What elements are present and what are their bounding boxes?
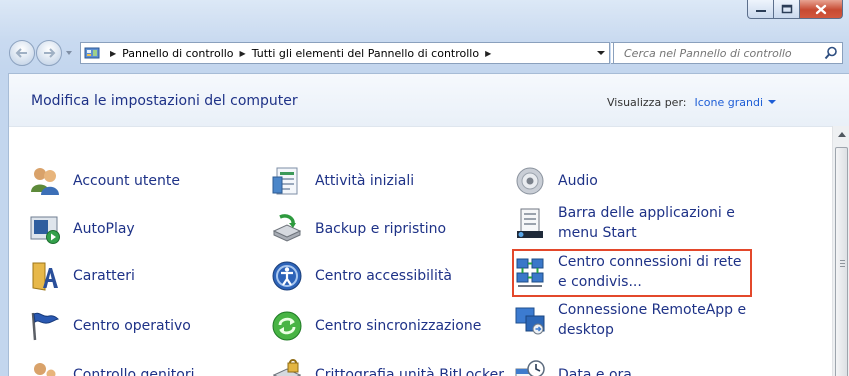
item-label[interactable]: Centro sincronizzazione — [315, 316, 481, 336]
vertical-scrollbar[interactable] — [832, 126, 849, 376]
scroll-grip-icon — [840, 260, 845, 269]
breadcrumb-separator-icon[interactable]: ▶ — [485, 49, 491, 58]
content-pane: Modifica le impostazioni del computer Vi… — [8, 73, 849, 376]
back-button[interactable] — [9, 40, 35, 66]
item-centro-sincronizzazione[interactable]: Centro sincronizzazione — [271, 310, 481, 342]
breadcrumb-control-panel[interactable]: Pannello di controllo — [122, 47, 233, 60]
parental-controls-icon — [34, 363, 56, 376]
item-label[interactable]: Backup e ripristino — [315, 219, 446, 239]
item-label-line[interactable]: desktop — [558, 322, 614, 338]
search-box[interactable] — [613, 42, 843, 64]
scroll-up-button[interactable] — [833, 126, 849, 143]
item-label[interactable]: Controllo genitori — [73, 365, 194, 376]
breadcrumb-all-items[interactable]: Tutti gli elementi del Pannello di contr… — [252, 47, 479, 60]
maximize-icon — [781, 4, 792, 14]
item-audio[interactable]: Audio — [514, 165, 598, 197]
item-label-line[interactable]: menu Start — [558, 225, 637, 241]
backup-icon — [272, 214, 302, 242]
item-backup-ripristino[interactable]: Backup e ripristino — [271, 213, 446, 245]
control-panel-icon — [84, 47, 100, 59]
breadcrumb-separator-icon[interactable]: ▶ — [110, 49, 116, 58]
sync-icon — [272, 311, 302, 341]
scroll-thumb[interactable] — [835, 147, 848, 376]
item-label-line[interactable]: Connessione RemoteApp e — [558, 302, 746, 318]
chevron-up-icon — [838, 132, 846, 137]
search-input[interactable] — [622, 45, 826, 61]
item-account-utente[interactable]: Account utente — [29, 165, 180, 197]
back-arrow-icon — [15, 48, 27, 58]
view-by: Visualizza per: Icone grandi — [607, 96, 776, 109]
item-label-line[interactable]: Barra delle applicazioni e — [558, 205, 735, 221]
flag-icon — [31, 312, 59, 341]
clock-calendar-icon — [515, 360, 545, 376]
item-connessione-remoteapp[interactable]: Connessione RemoteApp e desktop — [514, 300, 746, 340]
item-crittografia-bitlocker[interactable]: Crittografia unità BitLocker — [271, 359, 504, 376]
getting-started-icon — [272, 167, 298, 195]
view-by-label: Visualizza per: — [607, 96, 687, 109]
item-centro-operativo[interactable]: Centro operativo — [29, 310, 191, 342]
page-title: Modifica le impostazioni del computer — [31, 93, 298, 109]
item-label[interactable]: Caratteri — [73, 266, 135, 286]
chevron-down-icon[interactable] — [768, 100, 776, 105]
item-barra-applicazioni[interactable]: Barra delle applicazioni e menu Start — [514, 203, 735, 243]
fonts-icon — [32, 262, 58, 291]
chevron-down-icon — [597, 51, 605, 55]
item-label[interactable]: Centro operativo — [73, 316, 191, 336]
minimize-button[interactable] — [747, 0, 774, 19]
item-centro-accessibilita[interactable]: Centro accessibilità — [271, 260, 452, 292]
close-button[interactable] — [800, 0, 843, 19]
search-icon[interactable] — [824, 46, 838, 60]
item-label[interactable]: AutoPlay — [73, 219, 135, 239]
taskbar-icon — [517, 208, 543, 238]
autoplay-icon — [30, 216, 60, 244]
user-accounts-icon — [31, 168, 59, 195]
item-label[interactable]: Crittografia unità BitLocker — [315, 365, 504, 376]
highlight-box — [512, 249, 752, 297]
item-label[interactable]: Connessione RemoteApp e desktop — [558, 300, 746, 340]
item-label[interactable]: Account utente — [73, 171, 180, 191]
maximize-button[interactable] — [774, 0, 800, 19]
item-label[interactable]: Attività iniziali — [315, 171, 414, 191]
item-label[interactable]: Centro accessibilità — [315, 266, 452, 286]
content-header: Modifica le impostazioni del computer Vi… — [9, 74, 849, 127]
forward-arrow-icon — [44, 48, 56, 58]
accessibility-icon — [272, 261, 302, 291]
navigation-bar: ▶ Pannello di controllo ▶ Tutti gli elem… — [0, 38, 849, 70]
control-panel-window: ▶ Pannello di controllo ▶ Tutti gli elem… — [0, 0, 849, 376]
item-autoplay[interactable]: AutoPlay — [29, 213, 135, 245]
caption-buttons — [747, 0, 843, 22]
item-data-ora[interactable]: Data e ora — [514, 359, 632, 376]
breadcrumb-separator-icon[interactable]: ▶ — [240, 49, 246, 58]
address-bar[interactable]: ▶ Pannello di controllo ▶ Tutti gli elem… — [80, 42, 610, 64]
item-controllo-genitori[interactable]: Controllo genitori — [29, 359, 194, 376]
address-dropdown-button[interactable] — [593, 43, 609, 63]
close-icon — [815, 4, 827, 14]
item-label[interactable]: Data e ora — [558, 365, 632, 376]
item-attivita-iniziali[interactable]: Attività iniziali — [271, 165, 414, 197]
item-label[interactable]: Barra delle applicazioni e menu Start — [558, 203, 735, 243]
remote-desktop-icon — [515, 307, 545, 335]
recent-pages-dropdown-icon[interactable] — [65, 50, 73, 56]
bitlocker-icon — [272, 359, 302, 376]
item-label[interactable]: Audio — [558, 171, 598, 191]
forward-button[interactable] — [36, 40, 62, 66]
minimize-icon — [755, 10, 766, 12]
item-caratteri[interactable]: Caratteri — [29, 260, 135, 292]
view-by-dropdown[interactable]: Icone grandi — [694, 96, 763, 109]
speaker-icon — [516, 167, 544, 195]
